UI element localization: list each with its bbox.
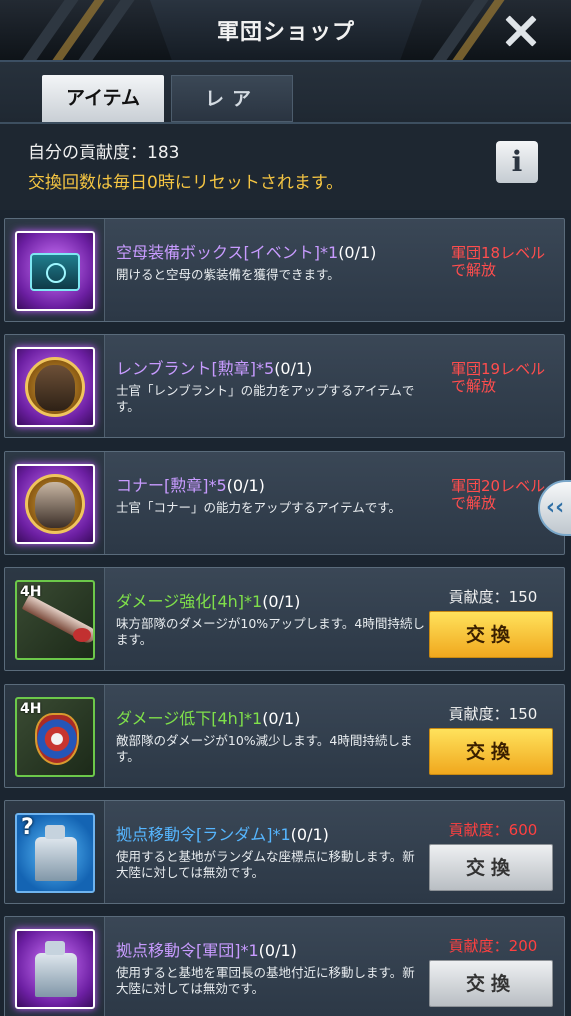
item-title: ダメージ低下[4h]*1(0/1) [116,705,300,729]
building-graphic [35,825,77,881]
header-bar: 軍団ショップ [0,0,571,62]
item-title: 拠点移動令[軍団]*1(0/1) [116,937,297,961]
item-description: 敵部隊のダメージが10%減少します。4時間持続します。 [116,733,413,764]
item-cost: 貢献度：150 [448,588,538,606]
item-title: レンブラント[勲章]*5(0/1) [116,355,312,379]
duration-badge: 4H [20,584,42,600]
crate-graphic [30,253,80,291]
exchange-button[interactable]: 交換 [429,844,553,891]
item-name: レンブラント[勲章]*5 [116,359,275,378]
item-count: (0/1) [262,709,301,728]
exchange-button[interactable]: 交換 [429,960,553,1007]
shop-item: レンブラント[勲章]*5(0/1) 士官「レンブラント」の能力をアップするアイテ… [4,334,565,438]
close-icon[interactable] [498,8,544,54]
page-title: 軍団ショップ [216,20,355,45]
item-description: 使用すると基地を軍団長の基地付近に移動します。新大陸に対しては無効です。 [116,965,415,996]
unlock-requirement: 軍団19レベルで解放 [451,360,546,395]
item-count: (0/1) [290,825,329,844]
random-badge: ? [21,815,34,840]
tab-bar: アイテム レア [0,62,571,124]
bullet-tip [73,628,91,642]
info-panel: 自分の貢献度：183 交換回数は毎日0時にリセットされます。 i [0,124,571,210]
shop-item: ? 拠点移動令[ランダム]*1(0/1) 使用すると基地がランダムな座標点に移動… [4,800,565,904]
item-cost: 貢献度：600 [448,821,538,839]
item-title: 空母装備ボックス[イベント]*1(0/1) [116,239,376,263]
reset-notice: 交換回数は毎日0時にリセットされます。 [28,173,344,193]
item-icon-cell [5,917,105,1016]
contribution-value: 自分の貢献度：183 [28,143,180,163]
info-icon[interactable]: i [496,141,538,183]
item-count: (0/1) [262,592,301,611]
item-icon-cell [5,452,105,554]
item-count: (0/1) [226,476,265,495]
shop-item: 4H ダメージ強化[4h]*1(0/1) 味方部隊のダメージが10%アップします… [4,567,565,671]
exchange-button[interactable]: 交換 [429,728,553,775]
item-icon-cell: ? [5,801,105,903]
bullet-icon[interactable]: 4H [15,580,95,660]
shop-item: 4H ダメージ低下[4h]*1(0/1) 敵部隊のダメージが10%減少します。4… [4,684,565,788]
tab-rare[interactable]: レア [171,75,293,122]
item-count: (0/1) [338,243,377,262]
officer-portrait [35,482,75,528]
item-name: 拠点移動令[ランダム]*1 [116,825,291,844]
item-title: 拠点移動令[ランダム]*1(0/1) [116,821,329,845]
item-description: 味方部隊のダメージが10%アップします。4時間持続します。 [116,616,425,647]
item-count: (0/1) [258,941,297,960]
medal-icon[interactable] [15,347,95,427]
shield-icon[interactable]: 4H [15,697,95,777]
item-description: 使用すると基地がランダムな座標点に移動します。新大陸に対しては無効です。 [116,849,415,880]
item-icon-cell: 4H [5,685,105,787]
item-cost: 貢献度：150 [448,705,538,723]
building-graphic [35,941,77,997]
item-title: コナー[勲章]*5(0/1) [116,472,265,496]
item-description: 開けると空母の紫装備を獲得できます。 [116,267,340,282]
relocation-icon[interactable]: ? [15,813,95,893]
item-icon-cell [5,219,105,321]
item-description: 士官「レンブラント」の能力をアップするアイテムです。 [116,383,415,414]
crate-icon[interactable] [15,231,95,311]
officer-portrait [35,365,75,411]
item-count: (0/1) [274,359,313,378]
exchange-button[interactable]: 交換 [429,611,553,658]
item-icon-cell: 4H [5,568,105,670]
item-title: ダメージ強化[4h]*1(0/1) [116,588,300,612]
item-icon-cell [5,335,105,437]
shop-item: コナー[勲章]*5(0/1) 士官「コナー」の能力をアップするアイテムです。 軍… [4,451,565,555]
shop-item: 空母装備ボックス[イベント]*1(0/1) 開けると空母の紫装備を獲得できます。… [4,218,565,322]
medal-icon[interactable] [15,464,95,544]
tab-items[interactable]: アイテム [42,75,164,122]
item-name: 空母装備ボックス[イベント]*1 [116,243,339,262]
unlock-requirement: 軍団18レベルで解放 [451,244,546,279]
shop-item: 拠点移動令[軍団]*1(0/1) 使用すると基地を軍団長の基地付近に移動します。… [4,916,565,1016]
item-cost: 貢献度：200 [448,937,538,955]
item-name: ダメージ低下[4h]*1 [116,709,263,728]
item-name: 拠点移動令[軍団]*1 [116,941,259,960]
shield-graphic [35,713,79,765]
relocation-icon[interactable] [15,929,95,1009]
item-description: 士官「コナー」の能力をアップするアイテムです。 [116,500,402,515]
item-name: ダメージ強化[4h]*1 [116,592,263,611]
item-name: コナー[勲章]*5 [116,476,227,495]
duration-badge: 4H [20,701,42,717]
